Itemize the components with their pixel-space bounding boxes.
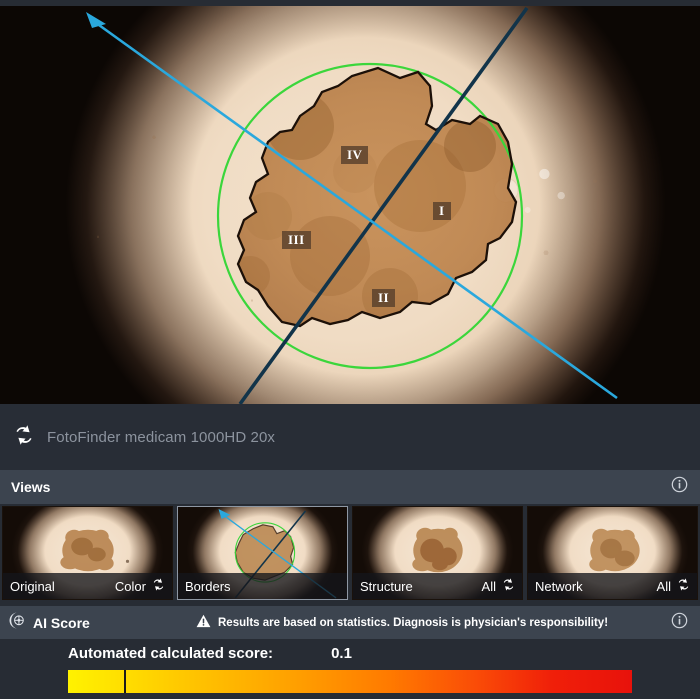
risk-scale[interactable] [68,670,632,693]
swap-arrows-icon[interactable] [501,577,516,595]
swap-arrows-icon[interactable] [151,577,166,595]
warning-triangle-icon [196,614,211,631]
thumbnail-label: Structure [360,578,413,594]
minor-axis-arrowhead [86,12,106,28]
score-value: 0.1 [331,645,352,662]
score-marker [124,670,127,693]
dermoscopy-image-viewer[interactable]: IV I III II [0,6,700,404]
camera-model-label: FotoFinder medicam 1000HD 20x [47,428,276,446]
thumbnail-label: Network [535,578,583,594]
thumbnail-caption: Structure All [353,573,522,599]
quadrant-label-iii: III [282,231,311,249]
thumbnail-caption: Network All [528,573,697,599]
ai-score-result-area: Automated calculated score: 0.1 [0,639,700,699]
ai-disclaimer-text: Results are based on statistics. Diagnos… [218,616,609,629]
info-circle-icon[interactable] [671,476,688,498]
swap-arrows-icon[interactable] [676,577,691,595]
ai-score-section-header: AI Score Results are based on statistics… [0,606,700,639]
view-thumbnail-structure[interactable]: Structure All [352,506,523,600]
thumbnail-caption: Borders [178,573,347,599]
thumbnail-mode-label: Color [114,578,146,594]
thumbnail-mode-label: All [481,578,496,594]
score-label: Automated calculated score: [68,645,274,662]
quadrant-label-iv: IV [341,146,369,164]
ai-disclaimer: Results are based on statistics. Diagnos… [196,614,608,631]
risk-gradient-bar [68,670,632,693]
view-thumbnail-network[interactable]: Network All [527,506,698,600]
views-thumbnail-strip: Original Color Borders Structure All Net… [0,506,700,602]
thumbnail-label: Borders [185,578,231,594]
dermoscopy-analysis-window: IV I III II FotoFinder medicam 1000HD 20… [0,0,700,699]
camera-info-bar: FotoFinder medicam 1000HD 20x [0,404,700,470]
quadrant-label-ii: II [372,289,396,307]
swap-arrows-icon[interactable] [12,423,36,452]
brain-circuit-icon [8,611,27,635]
view-thumbnail-borders[interactable]: Borders [177,506,348,600]
thumbnail-mode-label: All [656,578,671,594]
quadrant-label-i: I [433,202,451,220]
score-readout: Automated calculated score: 0.1 [68,645,352,662]
thumbnail-caption: Original Color [3,573,172,599]
view-thumbnail-original[interactable]: Original Color [2,506,173,600]
lesion-overlay [86,6,618,404]
thumbnail-label: Original [10,578,55,594]
info-circle-icon[interactable] [671,612,688,634]
ai-score-title: AI Score [33,614,90,631]
views-section-header: Views [0,470,700,504]
views-title: Views [11,479,51,495]
